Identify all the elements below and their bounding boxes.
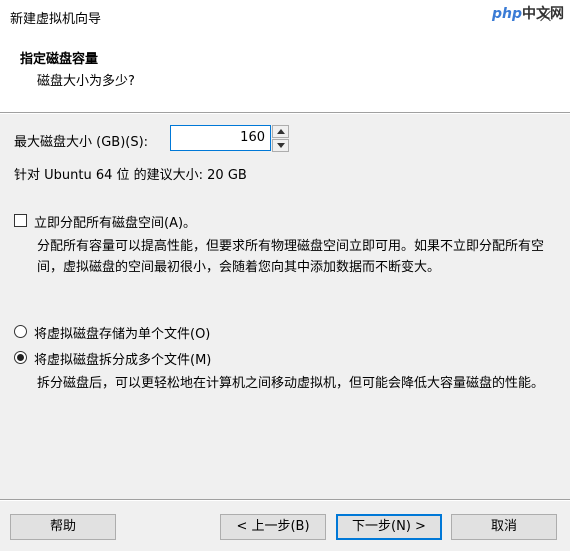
disk-size-input[interactable]: 160	[170, 125, 271, 151]
spin-up-button[interactable]	[272, 125, 289, 138]
watermark-logo: php中文网	[492, 3, 564, 23]
page-subtitle: 磁盘大小为多少?	[37, 74, 135, 89]
header-divider-highlight	[0, 113, 570, 114]
page-title: 指定磁盘容量	[20, 52, 99, 67]
allocate-now-checkbox[interactable]	[14, 214, 27, 227]
allocate-description: 分配所有容量可以提高性能，但要求所有物理磁盘空间立即可用。如果不立即分配所有空间…	[37, 239, 545, 275]
window-title: 新建虚拟机向导	[10, 12, 102, 27]
radio-selected-dot	[17, 354, 24, 361]
next-button[interactable]: 下一步(N) >	[336, 514, 442, 540]
close-icon[interactable]	[540, 10, 552, 22]
single-file-label[interactable]: 将虚拟磁盘存储为单个文件(O)	[34, 323, 210, 342]
recommended-size-text: 针对 Ubuntu 64 位 的建议大小: 20 GB	[14, 168, 247, 183]
allocate-now-label[interactable]: 立即分配所有磁盘空间(A)。	[34, 212, 196, 231]
arrow-down-icon	[277, 143, 285, 148]
back-button[interactable]: < 上一步(B)	[220, 514, 326, 540]
single-file-radio[interactable]	[14, 325, 27, 338]
spin-down-button[interactable]	[272, 139, 289, 152]
arrow-up-icon	[277, 129, 285, 134]
split-files-radio[interactable]	[14, 351, 27, 364]
title-bar: 新建虚拟机向导 php中文网	[0, 0, 570, 32]
split-description: 拆分磁盘后，可以更轻松地在计算机之间移动虚拟机，但可能会降低大容量磁盘的性能。	[37, 376, 545, 391]
disk-size-label: 最大磁盘大小 (GB)(S):	[14, 135, 149, 150]
cancel-button[interactable]: 取消	[451, 514, 557, 540]
watermark-part-a: php	[492, 6, 523, 22]
help-button[interactable]: 帮助	[10, 514, 116, 540]
split-files-label[interactable]: 将虚拟磁盘拆分成多个文件(M)	[34, 349, 211, 368]
footer-divider-highlight	[0, 500, 570, 501]
wizard-header: 指定磁盘容量 磁盘大小为多少?	[0, 32, 570, 112]
